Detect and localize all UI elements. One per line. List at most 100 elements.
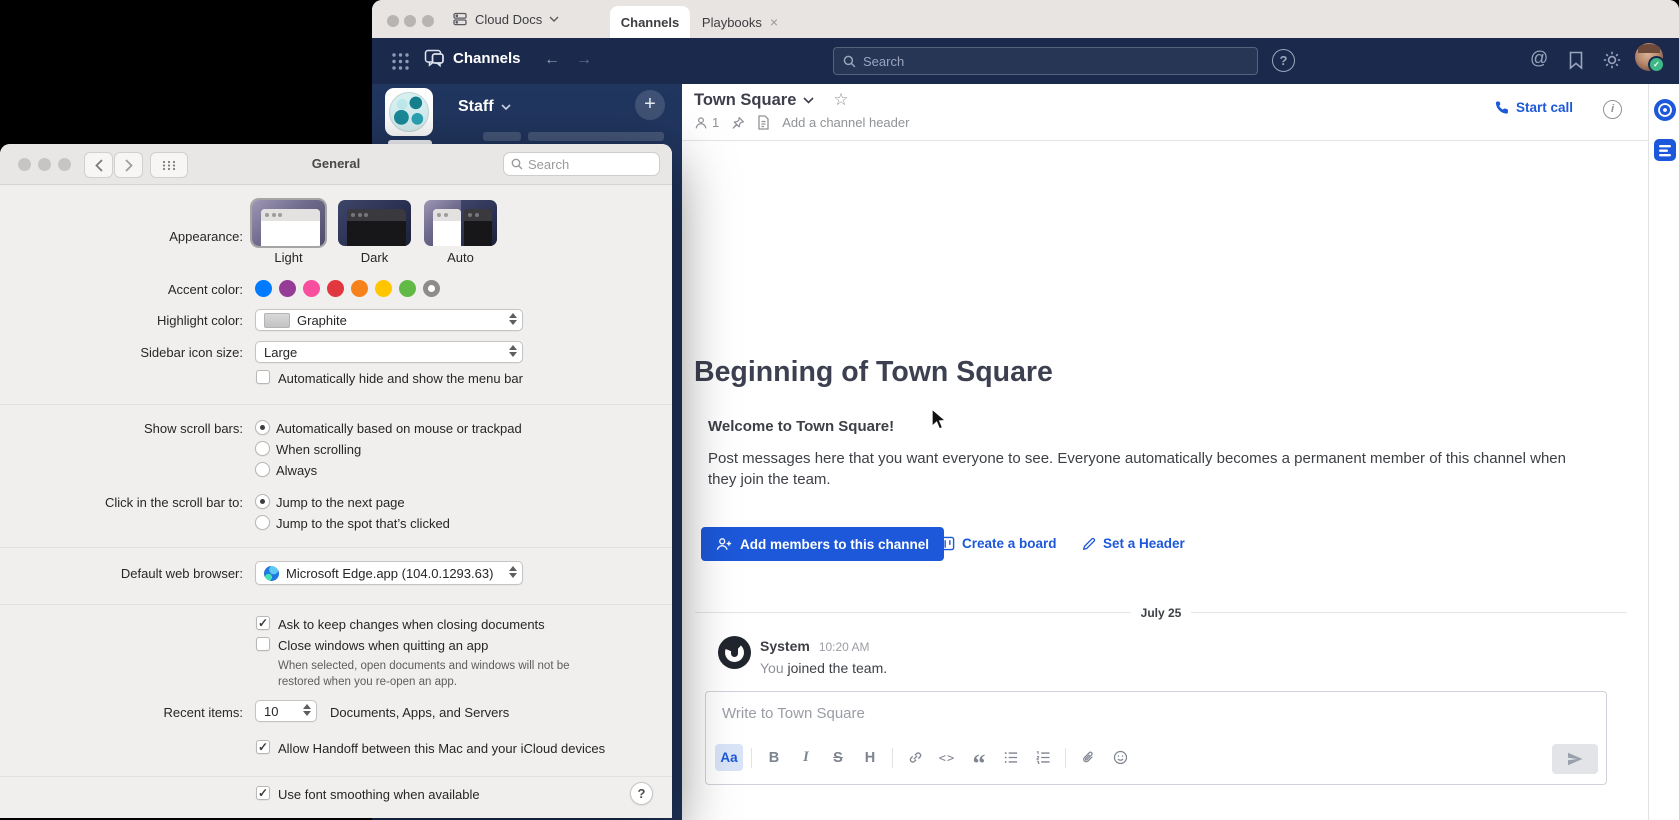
heading-button[interactable]: H [856,744,884,771]
search-placeholder: Search [528,157,569,172]
ask-keep-changes-checkbox[interactable]: ✓ [256,616,270,630]
message-composer[interactable]: Write to Town Square Aa B I S H <> “ [705,691,1607,785]
default-browser-select[interactable]: Microsoft Edge.app (104.0.1293.63) [255,561,523,585]
highlight-color-value: Graphite [297,313,347,328]
create-board-button[interactable]: Create a board [940,536,1057,551]
recent-items-stepper[interactable]: 10 [255,700,317,722]
search-box[interactable]: Search [833,47,1258,75]
board-icon [940,536,955,551]
file-icon[interactable] [757,115,770,130]
channel-info-icon[interactable]: i [1603,100,1622,119]
close-tab-icon[interactable]: × [770,14,778,30]
product-switcher[interactable]: Channels [424,49,521,68]
prefs-search-field[interactable]: Search [503,152,660,176]
scrollbars-auto-radio[interactable] [255,420,270,435]
show-scroll-bars-label: Show scroll bars: [0,421,243,436]
sidebar-icon-size-select[interactable]: Large [255,341,523,363]
system-avatar [718,636,751,669]
handoff-checkbox[interactable]: ✓ [256,740,270,754]
team-menu[interactable]: Staff [458,98,511,116]
date-divider[interactable]: July 25 [695,604,1627,621]
appearance-auto-option[interactable] [424,200,497,246]
user-avatar[interactable]: ✓ [1635,43,1663,71]
phone-icon [1494,100,1509,115]
add-channel-button[interactable]: + [635,90,665,120]
accent-green[interactable] [399,280,416,297]
history-back-button[interactable]: ← [544,51,560,69]
team-icon[interactable] [385,88,433,136]
accent-blue[interactable] [255,280,272,297]
appearance-dark-label: Dark [338,250,411,265]
hide-menubar-checkbox[interactable]: ✓ [256,370,270,384]
accent-graphite-selected[interactable] [423,280,440,297]
smiley-icon [1113,750,1128,765]
italic-button[interactable]: I [792,744,820,771]
mentions-at-icon[interactable]: @ [1530,48,1548,69]
quote-button[interactable]: “ [965,738,993,777]
history-forward-button[interactable]: → [576,51,592,69]
accent-purple[interactable] [279,280,296,297]
default-browser-value: Microsoft Edge.app (104.0.1293.63) [286,566,493,581]
accent-red[interactable] [327,280,344,297]
bulleted-list-icon [1004,751,1019,764]
emoji-button[interactable] [1106,744,1134,771]
globe-icon [389,92,429,132]
jump-next-page-radio[interactable] [255,494,270,509]
zoom-window-button[interactable] [422,15,434,27]
channel-intro-description: Post messages here that you want everyon… [708,448,1592,490]
strikethrough-button[interactable]: S [824,744,852,771]
link-button[interactable] [901,744,929,771]
channel-pane: Town Square ☆ 1 Add a channel header [682,84,1648,820]
select-chevrons-icon [509,345,517,357]
search-icon [511,158,523,170]
numbered-list-button[interactable] [1029,744,1057,771]
scrollbars-when-scrolling-radio[interactable] [255,441,270,456]
server-selector[interactable]: Cloud Docs [452,8,559,30]
apps-grid-icon[interactable] [391,52,410,71]
appearance-light-option[interactable] [252,200,325,246]
settings-gear-icon[interactable] [1602,50,1622,70]
highlight-color-select[interactable]: Graphite [255,309,523,331]
appearance-dark-option[interactable] [338,200,411,246]
jump-to-spot-radio[interactable] [255,515,270,530]
close-windows-checkbox[interactable]: ✓ [256,637,270,651]
help-button[interactable]: ? [630,782,653,805]
tab-playbooks[interactable]: Playbooks × [694,6,786,38]
add-channel-header-link[interactable]: Add a channel header [782,115,909,130]
accent-yellow[interactable] [375,280,392,297]
select-chevrons-icon [509,313,517,325]
appearance-auto-label: Auto [424,250,497,265]
send-button[interactable] [1552,744,1598,774]
attachment-button[interactable] [1074,744,1102,771]
channel-intro-title: Beginning of Town Square [694,356,1053,389]
accent-pink[interactable] [303,280,320,297]
bulleted-list-button[interactable] [997,744,1025,771]
format-button[interactable]: Aa [715,744,743,771]
members-button[interactable]: 1 [694,115,719,130]
sidebar-filter-sliver [483,132,521,141]
set-header-button[interactable]: Set a Header [1082,536,1185,551]
mouse-cursor [930,408,948,432]
add-members-button[interactable]: Add members to this channel [701,527,944,561]
code-button[interactable]: <> [933,744,961,771]
search-icon [843,55,856,68]
accent-color-label: Accent color: [0,282,243,297]
close-window-button[interactable] [387,15,399,27]
minimize-window-button[interactable] [404,15,416,27]
font-smoothing-checkbox[interactable]: ✓ [256,786,270,800]
online-status-icon: ✓ [1648,56,1665,73]
help-icon[interactable]: ? [1272,49,1295,72]
tab-label: Channels [621,15,680,30]
favorite-star-icon[interactable]: ☆ [833,90,848,110]
recent-items-suffix: Documents, Apps, and Servers [330,705,509,720]
pin-icon[interactable] [731,116,745,130]
playbooks-bullseye-icon[interactable] [1653,98,1677,122]
tab-channels[interactable]: Channels [610,6,690,38]
boards-icon[interactable] [1653,138,1677,162]
scrollbars-always-radio[interactable] [255,462,270,477]
accent-orange[interactable] [351,280,368,297]
bold-button[interactable]: B [760,744,788,771]
saved-posts-bookmark-icon[interactable] [1568,51,1584,70]
start-call-button[interactable]: Start call [1494,100,1573,115]
channel-menu[interactable]: Town Square ☆ [694,90,849,110]
